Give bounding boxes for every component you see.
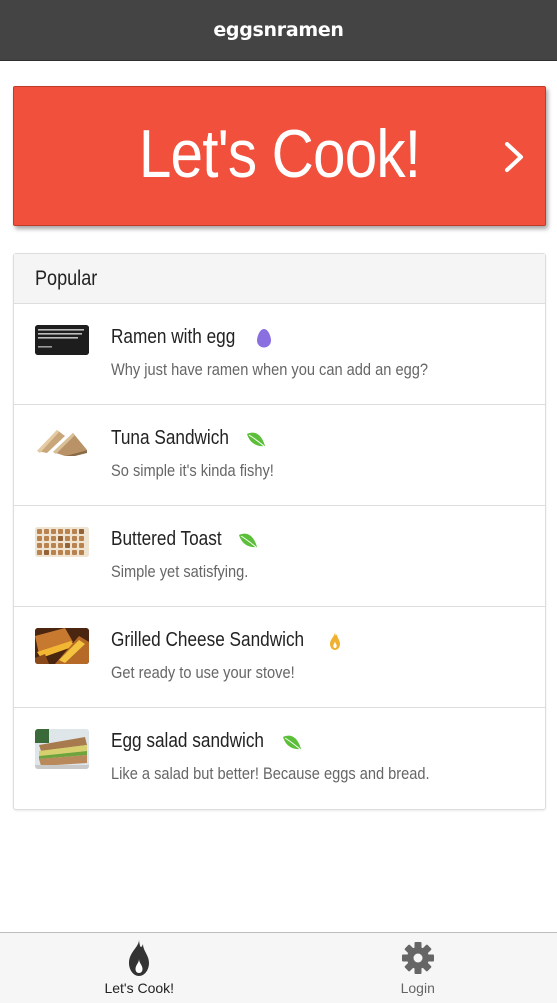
top-app-bar: eggsnramen [0, 0, 557, 61]
recipe-name-row: Tuna Sandwich [111, 427, 267, 450]
tab-label: Login [400, 980, 435, 996]
lets-cook-button[interactable]: Let's Cook! [13, 86, 546, 226]
recipe-item-egg-salad-sandwich[interactable]: Egg salad sandwich Like a salad but bett… [14, 708, 545, 809]
recipe-name: Grilled Cheese Sandwich [111, 629, 305, 651]
lets-cook-label: Let's Cook! [138, 116, 421, 192]
recipe-thumbnail-missing-image [35, 325, 89, 355]
flame-icon [329, 631, 340, 650]
flame-icon [129, 940, 150, 976]
recipe-description: Simple yet satisfying. [111, 562, 249, 581]
recipe-name: Buttered Toast [111, 528, 222, 550]
recipe-description: So simple it's kinda fishy! [111, 461, 274, 480]
recipe-name: Ramen with egg [111, 326, 236, 348]
recipe-name-row: Grilled Cheese Sandwich [111, 629, 346, 652]
recipe-thumbnail-grilled-cheese [35, 628, 89, 664]
recipe-name-row: Ramen with egg [111, 326, 275, 349]
egg-icon [256, 328, 271, 347]
recipe-description: Why just have ramen when you can add an … [111, 360, 428, 379]
leaf-icon [282, 735, 301, 749]
recipe-item-buttered-toast[interactable]: Buttered Toast Simple yet satisfying. [14, 506, 545, 607]
recipe-name-row: Buttered Toast [111, 528, 259, 551]
recipe-thumbnail-tuna-sandwich [35, 426, 89, 456]
popular-recipes-panel: Popular Ramen with egg Why just have ram… [13, 253, 546, 810]
tab-login[interactable]: Login [279, 933, 557, 1003]
recipe-name: Tuna Sandwich [111, 427, 229, 449]
recipe-item-tuna-sandwich[interactable]: Tuna Sandwich So simple it's kinda fishy… [14, 405, 545, 506]
bottom-tab-bar: Let's Cook! Login [0, 932, 557, 1003]
recipe-description: Get ready to use your stove! [111, 663, 295, 682]
recipe-thumbnail-egg-salad [35, 729, 89, 769]
recipe-name-row: Egg salad sandwich [111, 730, 303, 753]
gear-icon [401, 942, 434, 974]
recipe-name: Egg salad sandwich [111, 730, 264, 752]
recipe-thumbnail-buttered-toast [35, 527, 89, 557]
app-title: eggsnramen [213, 19, 344, 41]
tab-label: Let's Cook! [104, 980, 175, 996]
leaf-icon [238, 533, 257, 547]
popular-header: Popular [14, 254, 545, 304]
recipe-description: Like a salad but better! Because eggs an… [111, 764, 430, 783]
leaf-icon [247, 432, 266, 446]
recipe-item-ramen-with-egg[interactable]: Ramen with egg Why just have ramen when … [14, 304, 545, 405]
tab-lets-cook[interactable]: Let's Cook! [0, 933, 279, 1003]
popular-title: Popular [35, 266, 98, 290]
recipe-item-grilled-cheese-sandwich[interactable]: Grilled Cheese Sandwich Get ready to use… [14, 607, 545, 708]
chevron-right-icon [505, 142, 523, 172]
